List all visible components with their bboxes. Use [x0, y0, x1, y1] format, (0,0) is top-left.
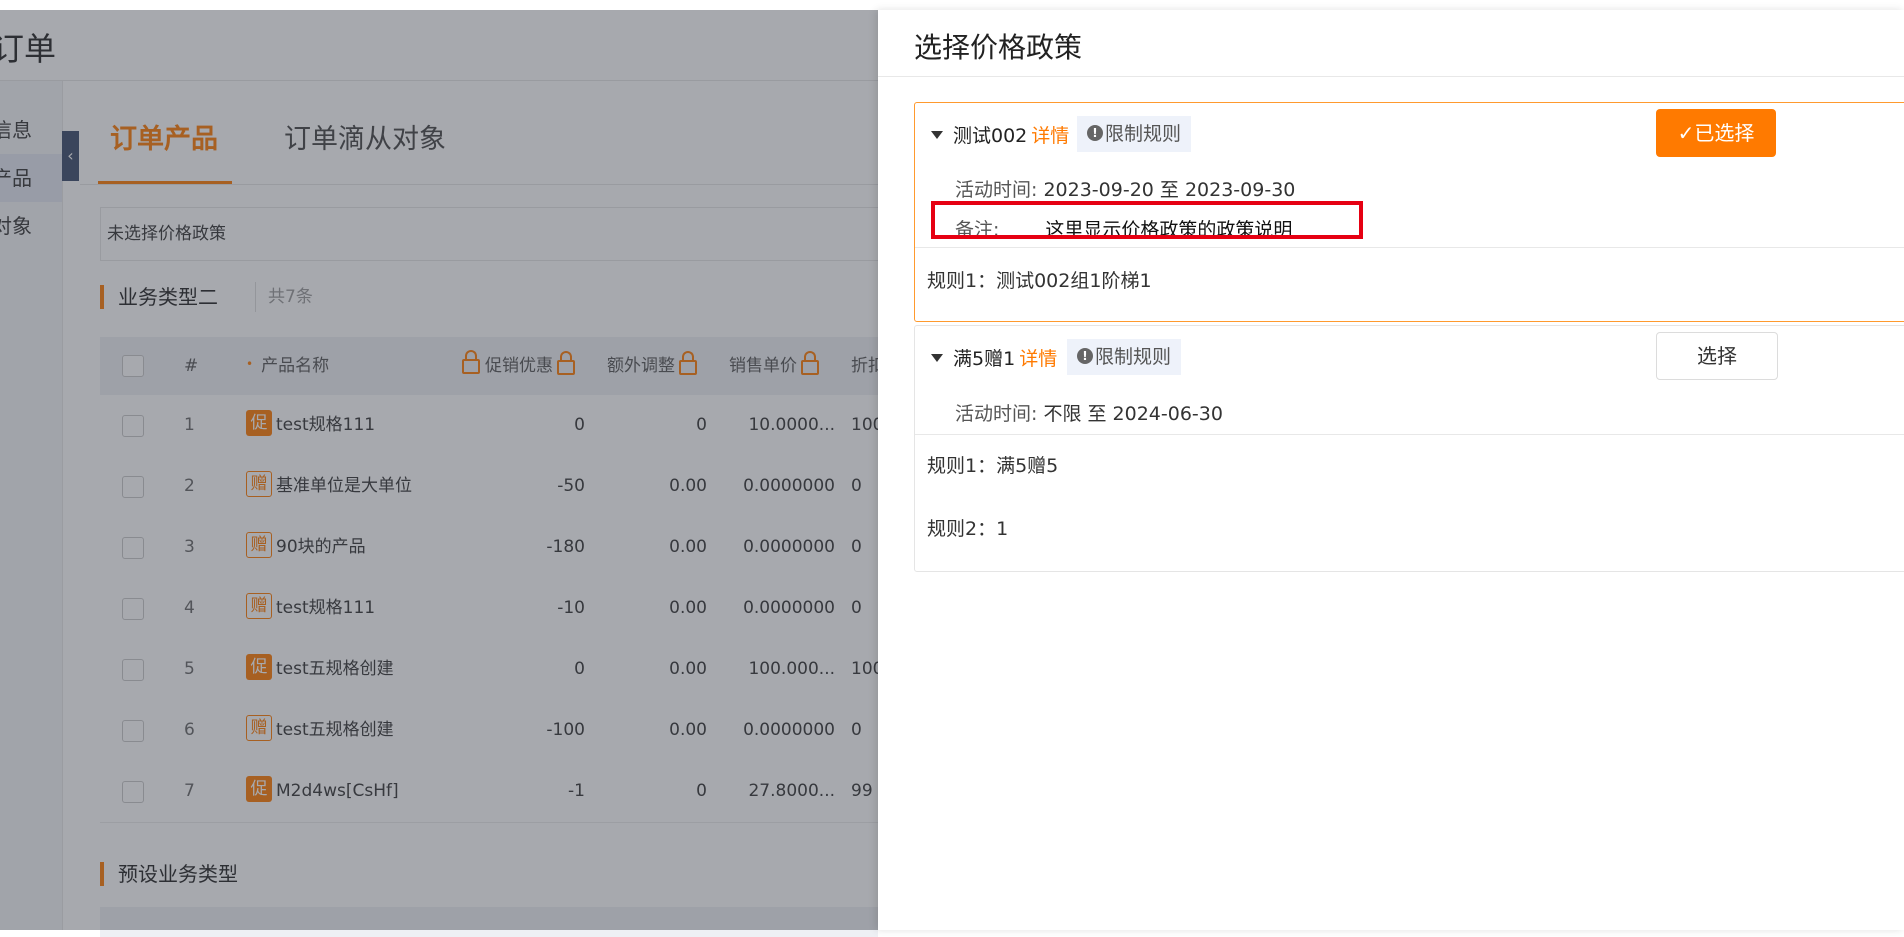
- detail-link[interactable]: 详情: [1031, 125, 1069, 147]
- info-icon: !: [1087, 124, 1103, 141]
- drawer-header: 选择价格政策: [878, 10, 1904, 77]
- rule-line: 规则1：测试002组1阶梯1: [927, 270, 1152, 292]
- detail-link[interactable]: 详情: [1019, 348, 1057, 370]
- policy-name: 测试002 详情: [953, 125, 1070, 147]
- restriction-rules-button[interactable]: ! 限制规则: [1077, 116, 1192, 152]
- modal-mask[interactable]: [0, 10, 878, 930]
- activity-time: 活动时间: 不限 至 2024-06-30: [955, 403, 1223, 425]
- card-divider: [915, 434, 1904, 435]
- rule-line: 规则2：1: [927, 518, 1009, 540]
- caret-down-icon[interactable]: [931, 354, 943, 362]
- remark-highlight-box: [931, 201, 1363, 239]
- drawer-title: 选择价格政策: [914, 31, 1083, 64]
- restriction-rules-button[interactable]: ! 限制规则: [1067, 339, 1182, 375]
- info-icon: !: [1077, 347, 1093, 364]
- price-policy-drawer: 选择价格政策 测试002 详情 ! 限制规则 ✓已选择 活动时间: 2023-09-…: [878, 10, 1904, 930]
- policy-card-2[interactable]: 满5赠1 详情 ! 限制规则 选择 活动时间: 不限 至 2024-06-30 规则…: [914, 325, 1904, 572]
- selected-button[interactable]: ✓已选择: [1656, 109, 1776, 157]
- policy-name: 满5赠1 详情: [953, 348, 1058, 370]
- card-divider: [915, 247, 1904, 248]
- caret-down-icon[interactable]: [931, 131, 943, 139]
- select-button[interactable]: 选择: [1656, 332, 1778, 380]
- activity-time: 活动时间: 2023-09-20 至 2023-09-30: [955, 179, 1296, 201]
- rule-line: 规则1：满5赠5: [927, 455, 1059, 477]
